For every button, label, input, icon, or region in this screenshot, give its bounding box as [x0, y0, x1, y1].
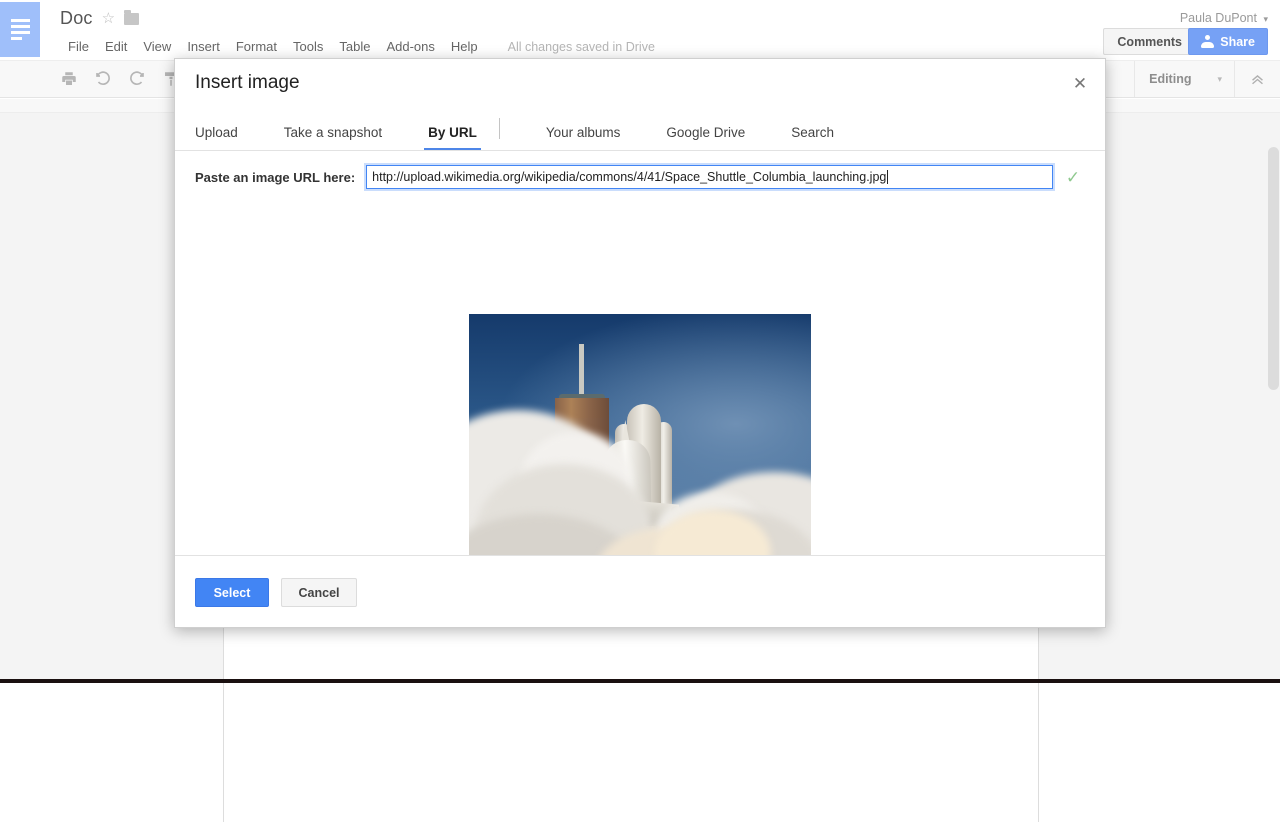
close-icon[interactable]: ✕ [1067, 71, 1093, 97]
dialog-header: Insert image ✕ Upload Take a snapshot By… [175, 59, 1105, 151]
tab-separator [499, 118, 500, 139]
url-input-row: Paste an image URL here: http://upload.w… [195, 165, 1085, 189]
dialog-tab-bar: Upload Take a snapshot By URL Your album… [195, 111, 880, 151]
tab-by-url[interactable]: By URL [428, 125, 477, 151]
url-input-value: http://upload.wikimedia.org/wikipedia/co… [372, 170, 886, 184]
dialog-footer: Select Cancel [175, 555, 1105, 627]
tab-google-drive[interactable]: Google Drive [666, 125, 745, 151]
url-input-label: Paste an image URL here: [195, 170, 355, 185]
docs-app-window: Doc ☆ File Edit View Insert Format Tools… [0, 0, 1280, 683]
check-mark-icon: ✓ [1061, 169, 1085, 186]
text-cursor [887, 170, 888, 184]
tab-take-a-snapshot[interactable]: Take a snapshot [284, 125, 382, 151]
select-button[interactable]: Select [195, 578, 269, 607]
space-shuttle-launch-photo[interactable] [469, 314, 811, 555]
image-preview-container [175, 314, 1105, 555]
dialog-body: Paste an image URL here: http://upload.w… [175, 151, 1105, 555]
insert-image-dialog: Insert image ✕ Upload Take a snapshot By… [174, 58, 1106, 628]
tab-search[interactable]: Search [791, 125, 834, 151]
dialog-title: Insert image [195, 72, 300, 94]
url-input[interactable]: http://upload.wikimedia.org/wikipedia/co… [366, 165, 1053, 189]
cancel-button[interactable]: Cancel [281, 578, 357, 607]
tab-your-albums[interactable]: Your albums [546, 125, 621, 151]
tab-upload[interactable]: Upload [195, 125, 238, 151]
